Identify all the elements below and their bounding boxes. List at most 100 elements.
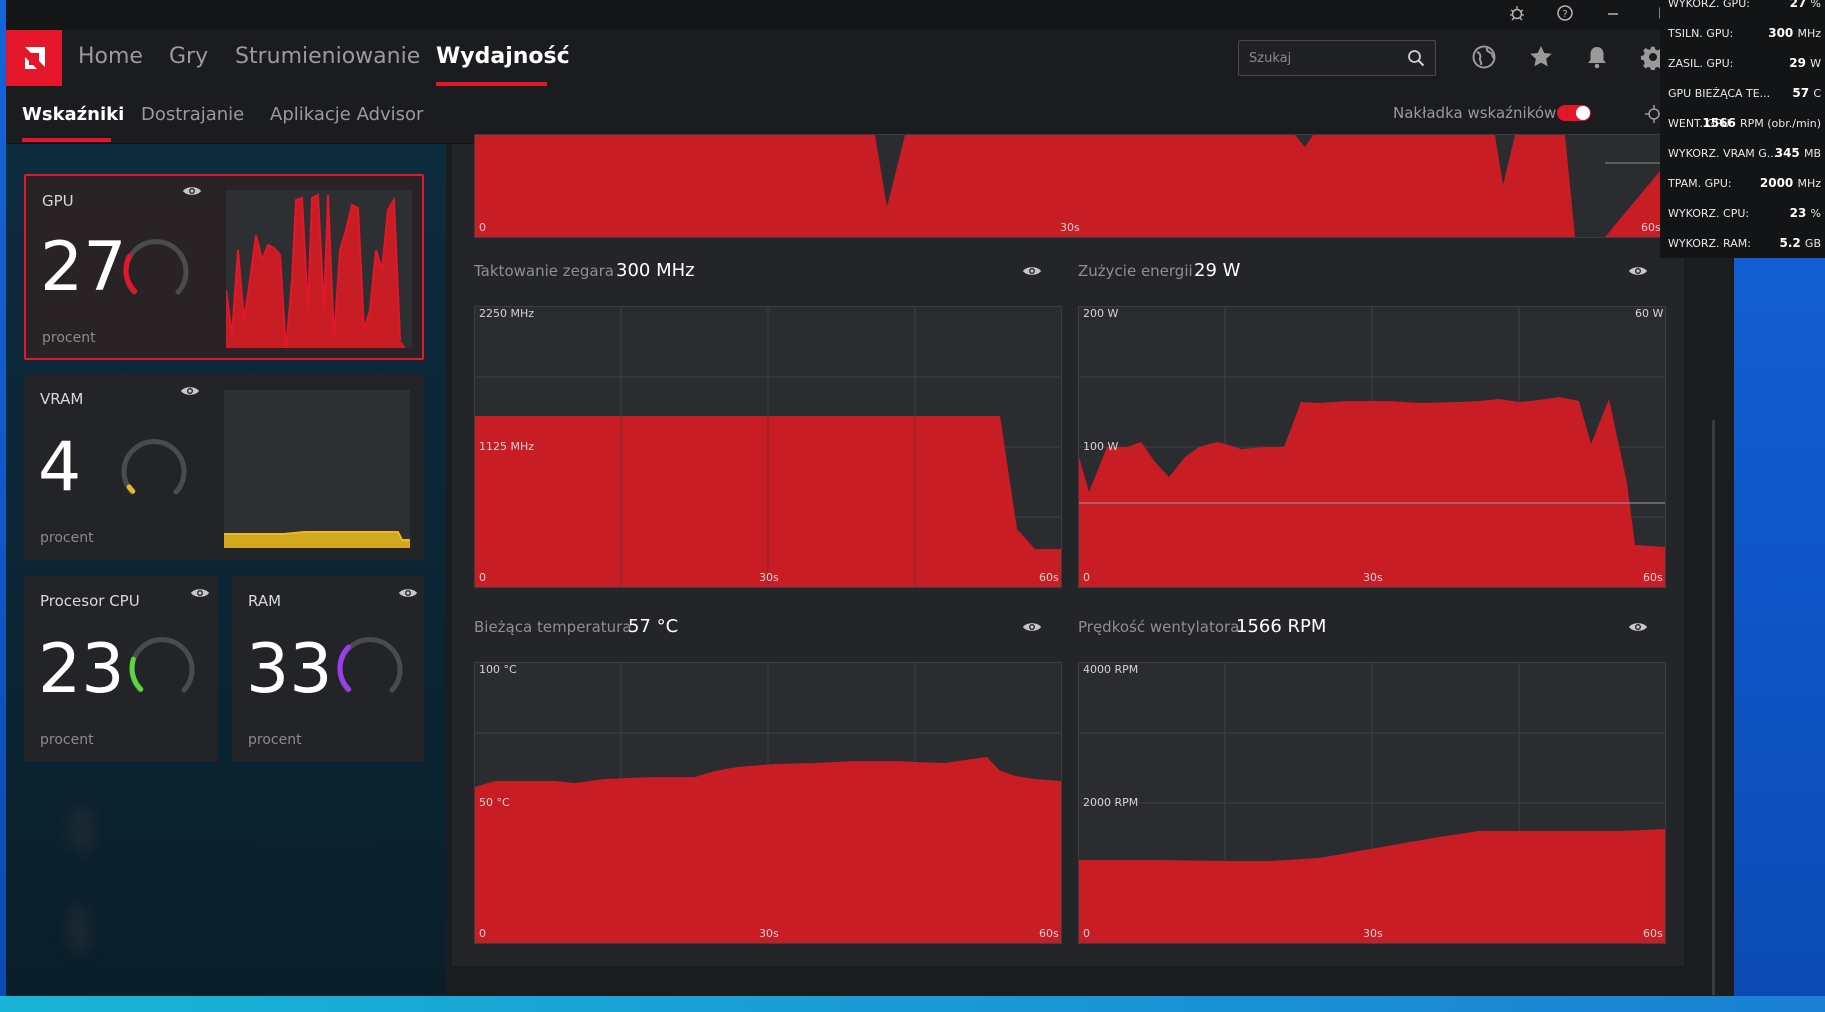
x-axis-mid: 30s	[1363, 571, 1383, 584]
minimize-icon[interactable]	[1602, 4, 1624, 26]
eye-icon[interactable]	[180, 384, 200, 398]
overlay-row: WENT. GPU: 1566 RPM (obr./min)	[1660, 112, 1825, 142]
overlay-row-label: ZASIL. GPU:	[1668, 57, 1734, 70]
power-chart: 200 W 100 W 60 W 0 30s 60s	[1078, 306, 1666, 588]
overlay-value-number: 57	[1792, 86, 1814, 100]
x-axis-end: 60s	[1643, 571, 1663, 584]
overlay-row-label: WYKORZ. GPU:	[1668, 0, 1750, 10]
overlay-row: TSILN. GPU: 300 MHz	[1660, 22, 1825, 52]
overlay-value-number: 345	[1774, 146, 1804, 160]
nav-games[interactable]: Gry	[169, 44, 208, 69]
vertical-scrollbar[interactable]	[1712, 420, 1715, 995]
clock-value: 300 MHz	[616, 260, 695, 281]
tab-active-indicator	[22, 138, 111, 142]
eye-icon[interactable]	[182, 184, 202, 198]
temp-chart: 100 °C 50 °C 0 30s 60s	[474, 662, 1062, 944]
background-blur-shape	[66, 804, 96, 854]
overlay-value-unit: RPM (obr./min)	[1739, 117, 1821, 130]
gpu-mini-chart	[225, 190, 412, 351]
power-value: 29 W	[1194, 260, 1241, 281]
eye-icon[interactable]	[1022, 620, 1042, 634]
overlay-value-unit: MHz	[1797, 177, 1821, 190]
overlay-row-label: WYKORZ. RAM:	[1668, 237, 1751, 250]
nav-home[interactable]: Home	[78, 44, 143, 69]
ram-gauge	[337, 637, 403, 693]
help-icon[interactable]: ?	[1554, 4, 1576, 26]
cpu-unit: procent	[40, 732, 94, 748]
y-axis-mid: 1125 MHz	[479, 440, 534, 453]
overlay-row: WYKORZ. CPU: 23 %	[1660, 202, 1825, 232]
metrics-chart-panel: 0 30s 60s Taktowanie zegara 300 MHz 2250…	[452, 134, 1684, 966]
gpu-card-title: GPU	[42, 192, 74, 210]
x-axis-start: 0	[1083, 571, 1090, 584]
overlay-row: GPU BIEŻĄCA TE... 57 C	[1660, 82, 1825, 112]
overlay-value-number: 300	[1768, 26, 1798, 40]
ram-card-title: RAM	[248, 592, 282, 610]
star-icon[interactable]	[1528, 44, 1556, 72]
overlay-row-value: 5.2 GB	[1779, 236, 1821, 250]
cpu-card[interactable]: Procesor CPU 23 procent	[24, 576, 218, 762]
eye-icon[interactable]	[398, 586, 418, 600]
x-axis-start: 0	[479, 571, 486, 584]
overlay-row-value: 2000 MHz	[1760, 176, 1821, 190]
metrics-overlay-label: Nakładka wskaźników	[1393, 104, 1557, 122]
overlay-row-label: GPU BIEŻĄCA TE...	[1668, 87, 1771, 100]
eye-icon[interactable]	[1628, 264, 1648, 278]
gpu-unit: procent	[42, 330, 96, 346]
y-axis-right: 60 W	[1635, 307, 1663, 320]
overlay-value-number: 27	[1789, 0, 1811, 10]
vram-mini-chart	[224, 390, 410, 548]
overlay-row-value: 345 MB	[1775, 146, 1821, 160]
overlay-row: WYKORZ. RAM: 5.2 GB	[1660, 232, 1825, 262]
tab-metrics[interactable]: Wskaźniki	[22, 104, 124, 125]
amd-logo[interactable]	[6, 30, 62, 86]
overlay-row-label: TSILN. GPU:	[1668, 27, 1734, 40]
nav-streaming[interactable]: Strumieniowanie	[235, 44, 420, 69]
notifications-bell-icon[interactable]	[1584, 44, 1612, 72]
search-icon[interactable]	[1407, 49, 1425, 71]
tab-tuning[interactable]: Dostrajanie	[141, 104, 244, 125]
clock-label: Taktowanie zegara	[474, 262, 614, 280]
temp-value: 57 °C	[628, 616, 679, 637]
ram-unit: procent	[248, 732, 302, 748]
x-axis-end: 60s	[1641, 221, 1661, 234]
overlay-row-value: 300 MHz	[1768, 26, 1821, 40]
eye-icon[interactable]	[1628, 620, 1648, 634]
x-axis-start: 0	[1083, 927, 1090, 940]
search-box[interactable]	[1238, 40, 1436, 76]
tab-advisor[interactable]: Aplikacje Advisor	[270, 104, 423, 125]
overlay-row: WYKORZ. GPU: 27 %	[1660, 0, 1825, 22]
overlay-row-value: 27 %	[1790, 0, 1821, 10]
temp-area	[475, 757, 1061, 943]
svg-text:?: ?	[1562, 9, 1567, 20]
overlay-row-value: 23 %	[1790, 206, 1821, 220]
metrics-overlay-toggle[interactable]	[1557, 105, 1591, 121]
overlay-row-label: WYKORZ. CPU:	[1668, 207, 1750, 220]
ram-card[interactable]: RAM 33 procent	[232, 576, 424, 762]
ram-value: 33	[246, 630, 333, 709]
gpu-card[interactable]: GPU 27 procent	[24, 174, 424, 360]
overlay-value-unit: GB	[1804, 237, 1821, 250]
fan-value: 1566 RPM	[1236, 616, 1327, 637]
nav-performance[interactable]: Wydajność	[436, 44, 570, 69]
power-label: Zużycie energii	[1078, 262, 1193, 280]
vram-card[interactable]: VRAM 4 procent	[24, 374, 424, 560]
vram-unit: procent	[40, 530, 94, 546]
title-bar: ?	[6, 0, 1734, 30]
bug-report-icon[interactable]	[1506, 4, 1528, 26]
overlay-value-unit: %	[1810, 0, 1821, 10]
overlay-value-number: 29	[1789, 56, 1811, 70]
overlay-value-unit: %	[1810, 207, 1821, 220]
clock-chart: 2250 MHz 1125 MHz 0 30s 60s	[474, 306, 1062, 588]
y-axis-max: 200 W	[1083, 307, 1118, 320]
eye-icon[interactable]	[190, 586, 210, 600]
search-input[interactable]	[1249, 47, 1399, 69]
overlay-value-unit: W	[1810, 57, 1821, 70]
globe-icon[interactable]	[1471, 44, 1499, 72]
eye-icon[interactable]	[1022, 264, 1042, 278]
overlay-value-unit: C	[1813, 87, 1821, 100]
vram-gauge-fill	[126, 484, 136, 494]
overlay-row-value: 1566 RPM (obr./min)	[1702, 116, 1821, 130]
metrics-overlay-panel: WYKORZ. GPU: 27 % TSILN. GPU: 300 MHz ZASIL.…	[1660, 0, 1825, 258]
cpu-value: 23	[38, 630, 125, 709]
